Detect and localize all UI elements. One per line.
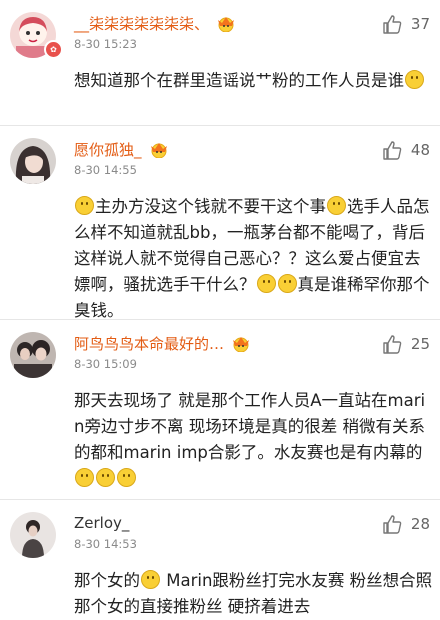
thumb-up-icon xyxy=(383,141,402,160)
avatar[interactable] xyxy=(10,512,56,558)
crown-icon xyxy=(218,17,235,32)
user-name[interactable]: 愿你孤独_ xyxy=(74,139,142,160)
comment-time: 8-30 14:53 xyxy=(74,537,137,551)
comment-time: 8-30 15:23 xyxy=(74,37,137,51)
text-segment: 主办方没这个钱就不要干这个事 xyxy=(95,197,326,216)
like-count: 25 xyxy=(410,335,430,353)
comment-time: 8-30 14:55 xyxy=(74,163,137,177)
smile-emoji-icon xyxy=(75,196,94,215)
crown-icon xyxy=(233,337,250,352)
avatar[interactable] xyxy=(10,138,56,184)
avatar[interactable] xyxy=(10,332,56,378)
name-row: 愿你孤独_ xyxy=(74,138,170,160)
crown-icon xyxy=(150,143,167,158)
smile-emoji-icon xyxy=(277,274,297,293)
comment-text: 那个女的 Marin跟粉丝打完水友赛 粉丝想合照 那个女的直接推粉丝 硬挤着进去 xyxy=(74,568,434,620)
smile-emoji-icon xyxy=(141,570,160,589)
user-name[interactable]: __柒柒柒柒柒柒柒、 xyxy=(74,13,209,34)
text-segment: 那天去现场了 就是那个工作人员A一直站在marin旁边寸步不离 现场环境是真的很… xyxy=(74,391,426,462)
text-segment: 想知道那个在群里造谣说艹粉的工作人员是谁 xyxy=(74,71,404,90)
comment-time: 8-30 15:09 xyxy=(74,357,137,371)
like-button[interactable]: 28 xyxy=(381,513,430,535)
smile-emoji-icon xyxy=(117,468,136,487)
like-button[interactable]: 48 xyxy=(381,139,430,161)
smile-emoji-icon xyxy=(405,70,424,89)
like-button[interactable]: 25 xyxy=(381,333,430,355)
name-row: Zerloy_ xyxy=(74,512,129,534)
comment-item: 愿你孤独_ 8-30 14:55 48 主办方没这个钱就不要干这个事 选手人品怎么… xyxy=(0,126,440,320)
smile-emoji-icon xyxy=(256,274,276,293)
like-button[interactable]: 37 xyxy=(381,13,430,35)
like-count: 48 xyxy=(410,141,430,159)
vip-badge-icon: ✿ xyxy=(44,40,63,59)
thumb-up-icon xyxy=(383,515,402,534)
user-name[interactable]: 阿鸟鸟鸟本命最好的… xyxy=(74,333,224,354)
user-name[interactable]: Zerloy_ xyxy=(74,514,129,532)
name-row: 阿鸟鸟鸟本命最好的… xyxy=(74,332,252,354)
name-row: __柒柒柒柒柒柒柒、 xyxy=(74,12,237,34)
like-count: 37 xyxy=(410,15,430,33)
comment-item: ✿ __柒柒柒柒柒柒柒、 8-30 15:23 37 想知道那个在群里造谣说艹粉… xyxy=(0,0,440,126)
comment-text: 那天去现场了 就是那个工作人员A一直站在marin旁边寸步不离 现场环境是真的很… xyxy=(74,388,434,492)
text-segment: 那个女的 xyxy=(74,571,140,590)
comment-item: Zerloy_ 8-30 14:53 28 那个女的 Marin跟粉丝打完水友赛… xyxy=(0,500,440,616)
comment-text: 想知道那个在群里造谣说艹粉的工作人员是谁 xyxy=(74,68,434,94)
comment-item: 阿鸟鸟鸟本命最好的… 8-30 15:09 25 那天去现场了 就是那个工作人员… xyxy=(0,320,440,500)
smile-emoji-icon xyxy=(327,196,346,215)
thumb-up-icon xyxy=(383,335,402,354)
smile-emoji-icon xyxy=(96,468,115,487)
comment-text: 主办方没这个钱就不要干这个事 选手人品怎么样不知道就乱bb，一瓶茅台都不能喝了，背… xyxy=(74,194,434,324)
smile-emoji-icon xyxy=(75,468,94,487)
like-count: 28 xyxy=(410,515,430,533)
thumb-up-icon xyxy=(383,15,402,34)
